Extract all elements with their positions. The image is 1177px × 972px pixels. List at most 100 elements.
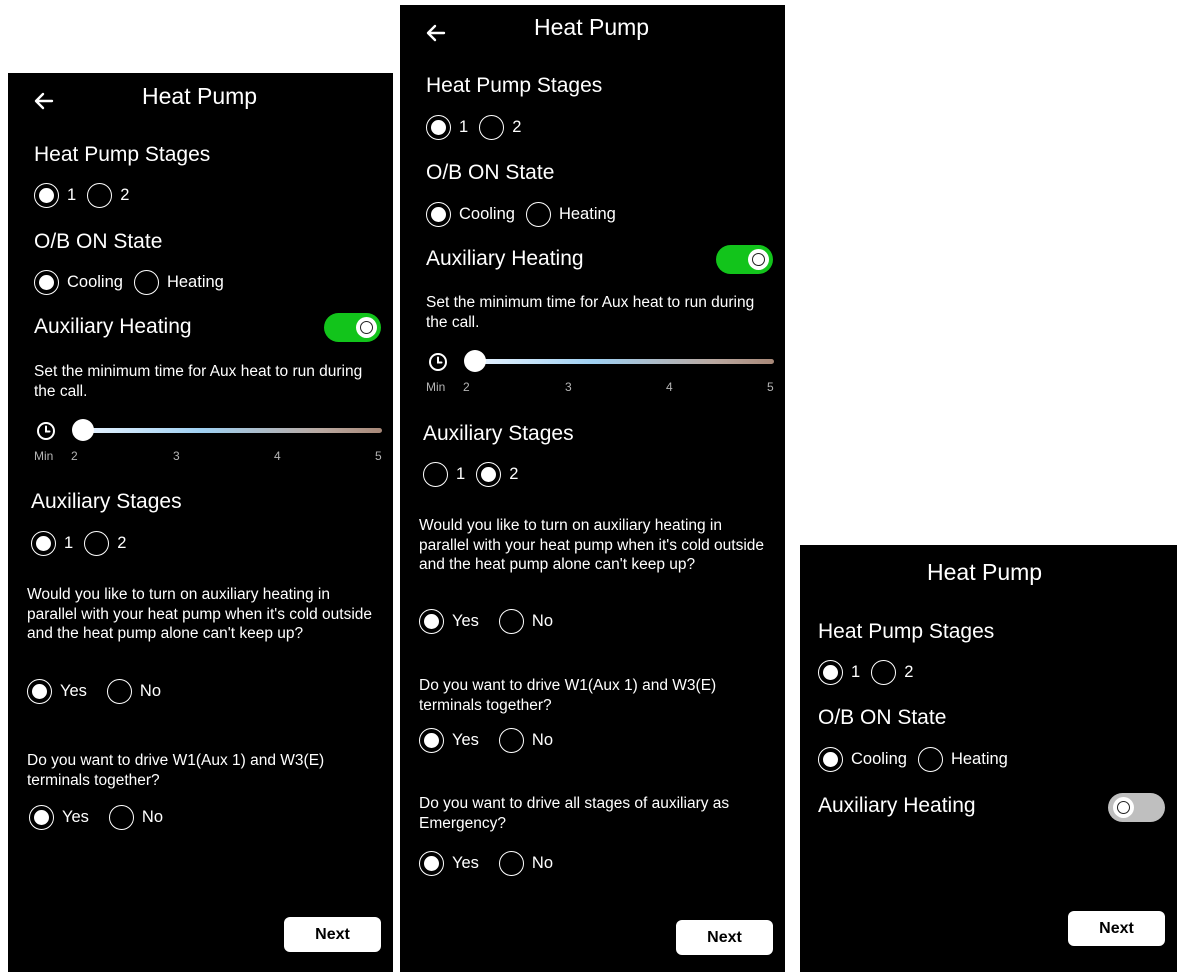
ob-on-state-group: Cooling Heating bbox=[426, 198, 627, 230]
page-title: Heat Pump bbox=[927, 559, 1043, 585]
slider-tick: 4 bbox=[274, 449, 281, 463]
radio-button[interactable] bbox=[426, 201, 451, 227]
yes-option[interactable]: Yes bbox=[419, 608, 479, 634]
min-time-slider-thumb[interactable] bbox=[72, 419, 94, 441]
radio-button[interactable] bbox=[871, 659, 897, 685]
yes-option[interactable]: Yes bbox=[419, 727, 479, 753]
no-option[interactable]: No bbox=[498, 727, 553, 753]
auxiliary-heating-toggle[interactable] bbox=[324, 313, 381, 342]
radio-button[interactable] bbox=[84, 530, 110, 556]
radio-button[interactable] bbox=[479, 114, 505, 140]
radio-button[interactable] bbox=[419, 608, 444, 634]
back-arrow-icon[interactable] bbox=[424, 21, 448, 45]
cooling-option[interactable]: Cooling bbox=[34, 269, 123, 295]
slider-tick: 4 bbox=[666, 380, 673, 394]
radio-button[interactable] bbox=[29, 804, 54, 830]
cooling-option[interactable]: Cooling bbox=[818, 746, 907, 772]
auxiliary-heating-toggle[interactable] bbox=[1108, 793, 1165, 822]
no-option[interactable]: No bbox=[108, 804, 163, 830]
auxiliary-heating-label: Auxiliary Heating bbox=[818, 794, 976, 817]
radio-button[interactable] bbox=[498, 727, 524, 753]
aux-stage-2-option[interactable]: 2 bbox=[84, 530, 126, 556]
auxiliary-stages-label: Auxiliary Stages bbox=[31, 490, 182, 513]
aux-stage-2-option[interactable]: 2 bbox=[476, 461, 518, 487]
radio-button[interactable] bbox=[476, 461, 502, 487]
radio-button[interactable] bbox=[426, 114, 451, 140]
radio-button[interactable] bbox=[133, 269, 159, 295]
ob-on-state-label: O/B ON State bbox=[818, 706, 947, 729]
heat-pump-stages-label: Heat Pump Stages bbox=[426, 74, 603, 97]
yes-option[interactable]: Yes bbox=[29, 804, 89, 830]
next-button[interactable]: Next bbox=[1068, 911, 1165, 946]
radio-button[interactable] bbox=[498, 850, 524, 876]
radio-button[interactable] bbox=[34, 182, 59, 208]
next-button[interactable]: Next bbox=[676, 920, 773, 955]
min-time-slider-track[interactable] bbox=[82, 428, 382, 433]
radio-button[interactable] bbox=[818, 659, 843, 685]
radio-button[interactable] bbox=[498, 608, 524, 634]
parallel-heating-question: Would you like to turn on auxiliary heat… bbox=[27, 586, 373, 642]
parallel-heating-group: Yes No bbox=[27, 675, 172, 707]
toggle-knob bbox=[356, 317, 377, 338]
no-option[interactable]: No bbox=[498, 608, 553, 634]
toggle-knob bbox=[748, 249, 769, 270]
aux-stage-1-option[interactable]: 1 bbox=[31, 530, 73, 556]
heat-pump-stages-group: 1 2 bbox=[818, 656, 924, 688]
heat-pump-stages-group: 1 2 bbox=[426, 111, 532, 143]
radio-button[interactable] bbox=[108, 804, 134, 830]
heat-pump-screen-2: Heat Pump Heat Pump Stages 1 2 O/B ON St… bbox=[400, 5, 785, 972]
slider-unit-label: Min bbox=[34, 449, 54, 463]
heat-pump-stages-label: Heat Pump Stages bbox=[818, 620, 995, 643]
parallel-heating-group: Yes No bbox=[419, 605, 564, 637]
back-arrow-icon[interactable] bbox=[32, 89, 56, 113]
radio-button[interactable] bbox=[419, 850, 444, 876]
stage-2-option[interactable]: 2 bbox=[871, 659, 913, 685]
radio-button[interactable] bbox=[917, 746, 943, 772]
stage-2-option[interactable]: 2 bbox=[479, 114, 521, 140]
slider-tick: 3 bbox=[565, 380, 572, 394]
radio-button[interactable] bbox=[87, 182, 113, 208]
heat-pump-stages-label: Heat Pump Stages bbox=[34, 143, 211, 166]
ob-on-state-label: O/B ON State bbox=[426, 161, 555, 184]
radio-button[interactable] bbox=[525, 201, 551, 227]
aux-stage-1-option[interactable]: 1 bbox=[423, 461, 465, 487]
page-title: Heat Pump bbox=[142, 83, 258, 109]
heating-option[interactable]: Heating bbox=[917, 746, 1008, 772]
stage-2-option[interactable]: 2 bbox=[87, 182, 129, 208]
stage-1-option[interactable]: 1 bbox=[34, 182, 76, 208]
stage-1-option[interactable]: 1 bbox=[818, 659, 860, 685]
no-option[interactable]: No bbox=[106, 678, 161, 704]
no-option[interactable]: No bbox=[498, 850, 553, 876]
clock-icon bbox=[37, 422, 55, 440]
slider-tick: 3 bbox=[173, 449, 180, 463]
radio-button[interactable] bbox=[423, 461, 448, 487]
min-time-slider-thumb[interactable] bbox=[464, 350, 486, 372]
drive-w1-w3-question: Do you want to drive W1(Aux 1) and W3(E)… bbox=[419, 677, 717, 714]
radio-button[interactable] bbox=[31, 530, 56, 556]
radio-button[interactable] bbox=[34, 269, 59, 295]
radio-button[interactable] bbox=[419, 727, 444, 753]
yes-option[interactable]: Yes bbox=[419, 850, 479, 876]
heating-option[interactable]: Heating bbox=[133, 269, 224, 295]
radio-button[interactable] bbox=[818, 746, 843, 772]
min-time-description: Set the minimum time for Aux heat to run… bbox=[34, 363, 363, 400]
slider-tick: 5 bbox=[375, 449, 382, 463]
emergency-question: Do you want to drive all stages of auxil… bbox=[419, 795, 730, 832]
radio-button[interactable] bbox=[27, 678, 52, 704]
heat-pump-screen-1: Heat Pump Heat Pump Stages 1 2 O/B ON St… bbox=[8, 73, 393, 972]
auxiliary-heating-toggle[interactable] bbox=[716, 245, 773, 274]
min-time-slider-track[interactable] bbox=[474, 359, 774, 364]
yes-option[interactable]: Yes bbox=[27, 678, 87, 704]
ob-on-state-group: Cooling Heating bbox=[34, 266, 235, 298]
slider-unit-label: Min bbox=[426, 380, 446, 394]
auxiliary-stages-group: 1 2 bbox=[423, 458, 529, 490]
stage-1-option[interactable]: 1 bbox=[426, 114, 468, 140]
next-button[interactable]: Next bbox=[284, 917, 381, 952]
heating-option[interactable]: Heating bbox=[525, 201, 616, 227]
auxiliary-heating-label: Auxiliary Heating bbox=[34, 315, 192, 338]
radio-button[interactable] bbox=[106, 678, 132, 704]
parallel-heating-question: Would you like to turn on auxiliary heat… bbox=[419, 517, 765, 573]
drive-w1-w3-group: Yes No bbox=[29, 801, 174, 833]
cooling-option[interactable]: Cooling bbox=[426, 201, 515, 227]
emergency-group: Yes No bbox=[419, 847, 564, 879]
